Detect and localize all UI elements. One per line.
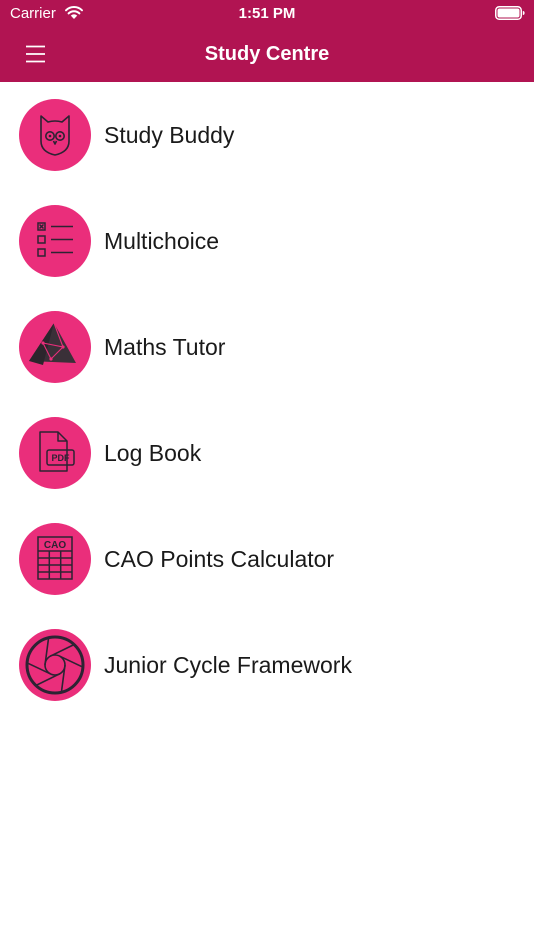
cao-icon-text: CAO	[44, 540, 66, 551]
maths-tutor-icon-circle	[19, 311, 91, 383]
list-item-label: Maths Tutor	[104, 334, 226, 360]
list-item-label: Log Book	[104, 440, 202, 466]
pdf-document-icon: PDF	[39, 431, 75, 472]
study-buddy-icon-circle	[19, 99, 91, 171]
list-item-label: Multichoice	[104, 228, 220, 254]
list-item-multichoice[interactable]: Multichoice	[0, 188, 534, 294]
list-item-study-buddy[interactable]: Study Buddy	[0, 82, 534, 188]
list-item-cao-points-calculator[interactable]: CAO CAO Points Calculator	[0, 506, 534, 612]
multichoice-icon-circle	[19, 205, 91, 277]
app-header: Carrier 1:51 PM Study Centre	[0, 0, 534, 82]
junior-cycle-framework-icon-circle	[19, 629, 91, 701]
owl-icon	[40, 115, 70, 156]
cao-points-calculator-icon-circle: CAO	[19, 523, 91, 595]
pyramid-icon	[29, 322, 76, 365]
list-item-label: CAO Points Calculator	[104, 546, 335, 572]
list-item-label: Study Buddy	[104, 122, 235, 148]
list-item-maths-tutor[interactable]: Maths Tutor	[0, 294, 534, 400]
page-title: Study Centre	[204, 43, 330, 65]
pdf-icon-text: PDF	[52, 453, 71, 463]
aperture-icon	[25, 635, 85, 695]
list-item-label: Junior Cycle Framework	[104, 652, 352, 678]
checklist-icon	[37, 222, 73, 257]
cao-grid-icon: CAO	[37, 536, 73, 580]
log-book-icon-circle: PDF	[19, 417, 91, 489]
status-time: 1:51 PM	[238, 5, 296, 22]
status-bar: Carrier 1:51 PM	[0, 0, 534, 28]
battery-icon	[495, 6, 525, 20]
study-centre-list: Study Buddy Multichoice Maths Tutor PDF …	[0, 82, 534, 718]
list-item-junior-cycle-framework[interactable]: Junior Cycle Framework	[0, 612, 534, 718]
list-item-log-book[interactable]: PDF Log Book	[0, 400, 534, 506]
